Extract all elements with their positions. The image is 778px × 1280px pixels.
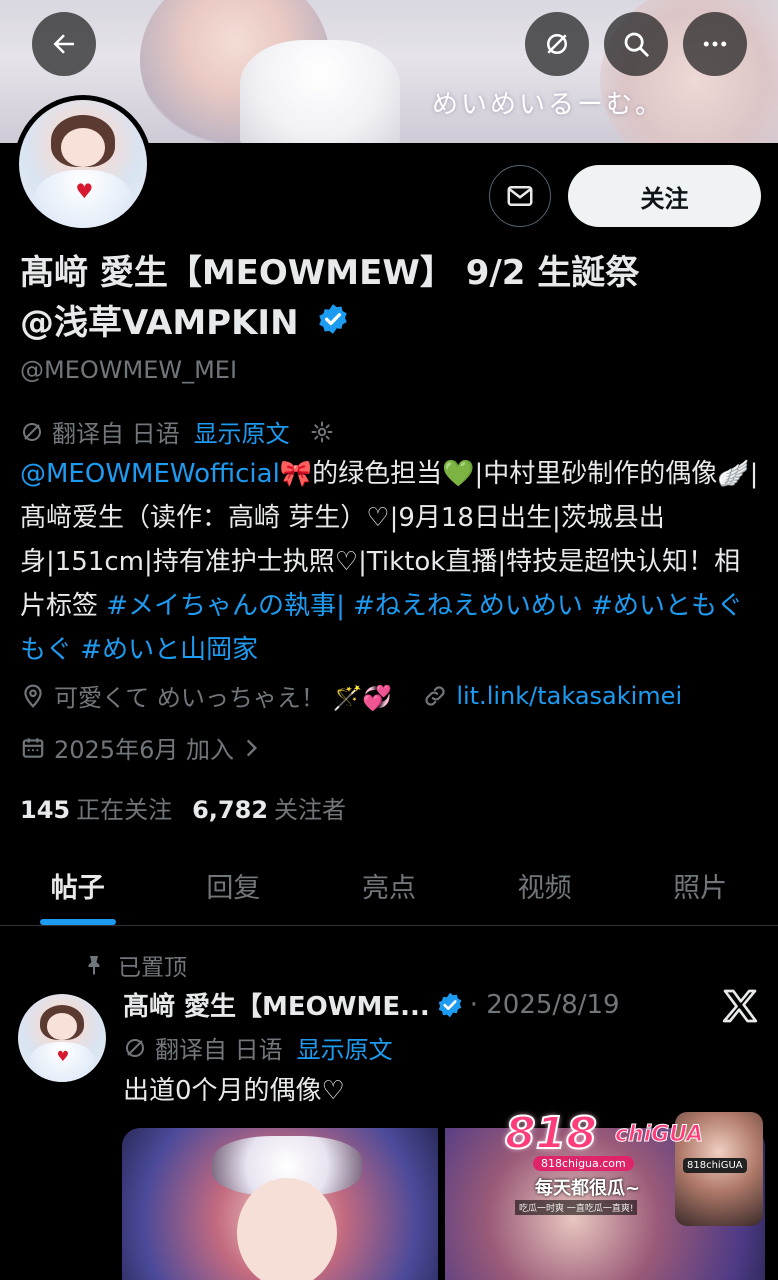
verified-badge-icon [316,300,350,350]
link-icon [425,685,445,706]
follow-button[interactable]: 关注 [568,165,761,227]
followers-count-link[interactable]: 6,782 关注者 [192,790,346,825]
x-logo-icon [722,989,758,1023]
ad-badge: 818chiGUA [683,1158,747,1173]
translate-off-icon [126,1038,144,1057]
post-header: 髙﨑 愛生【MEOWME... · 2025/8/19 [123,986,723,1023]
profile-meta-location: 可愛くて めいっちゃえ！ 🪄💞 lit.link/takasakimei [20,678,682,713]
post-date[interactable]: · 2025/8/19 [470,990,620,1020]
show-original-link[interactable]: 显示原文 [194,414,290,449]
location-pin-icon [24,684,42,708]
profile-meta-joined[interactable]: 2025年6月 加入 [20,730,272,765]
profile-website-link[interactable]: lit.link/takasakimei [456,682,682,710]
joined-text: 2025年6月 加入 [54,736,234,764]
display-name-line2: @浅草VAMPKIN [20,303,299,343]
bio-mention-link[interactable]: @MEOWMEWofficial [20,459,280,489]
search-button[interactable] [604,12,668,76]
arrow-left-icon [53,34,74,54]
ad-url: 818chigua.com [533,1156,634,1171]
profile-handle: @MEOWMEW_MEI [20,356,238,384]
tab-videos[interactable]: 视频 [467,846,623,925]
watermark-ad: 818 chiGUA 818chigua.com 每天都很瓜~ 吃瓜一时爽 一直… [504,1107,763,1226]
translate-off-icon [547,34,567,54]
settings-gear-icon[interactable] [310,420,334,444]
location-text: 可愛くて めいっちゃえ！ 🪄💞 [54,684,393,712]
more-horizontal-icon [703,41,727,47]
post-translate-label: 翻译自 日语 [155,1036,283,1064]
chevron-right-icon [246,739,258,756]
tab-posts[interactable]: 帖子 [0,846,156,925]
post-show-original-link[interactable]: 显示原文 [297,1030,393,1065]
post-media-image-1[interactable] [122,1128,438,1280]
tab-replies[interactable]: 回复 [156,846,312,925]
ad-logo-suffix: chiGUA [614,1122,704,1148]
display-name: 髙﨑 愛生【MEOWMEW】 9/2 生誕祭 @浅草VAMPKIN [20,248,765,350]
post-text: 出道0个月的偶像♡ [123,1076,345,1106]
heart-icon: ♥ [75,179,94,204]
follow-counts: 145 正在关注 6,782 关注者 [20,790,346,825]
back-button[interactable] [32,12,96,76]
profile-bio: @MEOWMEWofficial🎀的绿色担当💚|中村里砂制作的偶像🪽|髙﨑爱生（… [20,452,760,672]
post-translate-row: 翻译自 日语 显示原文 [123,1030,393,1065]
bio-hashtag-4[interactable]: #めいと山岡家 [80,635,258,665]
pinned-label: 已置顶 [118,955,187,981]
ad-slogan: 每天都很瓜~ [535,1178,641,1199]
banner-caption: めいめいるーむ。 [432,90,665,120]
following-count-link[interactable]: 145 正在关注 [20,790,172,825]
ad-subtext: 吃瓜一时爽 一直吃瓜一直爽! [515,1200,638,1215]
bio-translate-row: 翻译自 日语 显示原文 [20,414,334,449]
message-button[interactable] [489,165,551,227]
translate-label: 翻译自 日语 [52,420,180,448]
calendar-icon [22,737,44,758]
pin-icon [88,956,100,975]
tab-highlights[interactable]: 亮点 [311,846,467,925]
tab-photos[interactable]: 照片 [622,846,778,925]
more-button[interactable] [683,12,747,76]
pinned-indicator: 已置顶 [82,948,187,982]
heart-icon: ♥ [56,1048,70,1065]
mail-icon [507,186,533,206]
bio-space-1 [583,591,591,621]
display-name-line1: 髙﨑 愛生【MEOWMEW】 9/2 生誕祭 [20,253,640,293]
ad-logo: 818 [504,1107,598,1160]
search-icon [624,32,649,57]
bio-hashtag-1[interactable]: #メイちゃんの執事 [106,591,336,621]
profile-avatar[interactable]: ♥ [14,95,152,233]
post-author-avatar[interactable]: ♥ [18,994,106,1082]
post-author-name[interactable]: 髙﨑 愛生【MEOWME... [123,986,430,1023]
bio-hashtag-2[interactable]: #ねえねえめいめい [353,591,583,621]
translate-off-icon [23,422,41,441]
bio-separator: | [336,591,354,621]
translate-toggle-button[interactable] [525,12,589,76]
verified-badge-icon [438,992,462,1017]
profile-tabs: 帖子 回复 亮点 视频 照片 [0,846,778,926]
banner-photo-dress [240,40,400,143]
